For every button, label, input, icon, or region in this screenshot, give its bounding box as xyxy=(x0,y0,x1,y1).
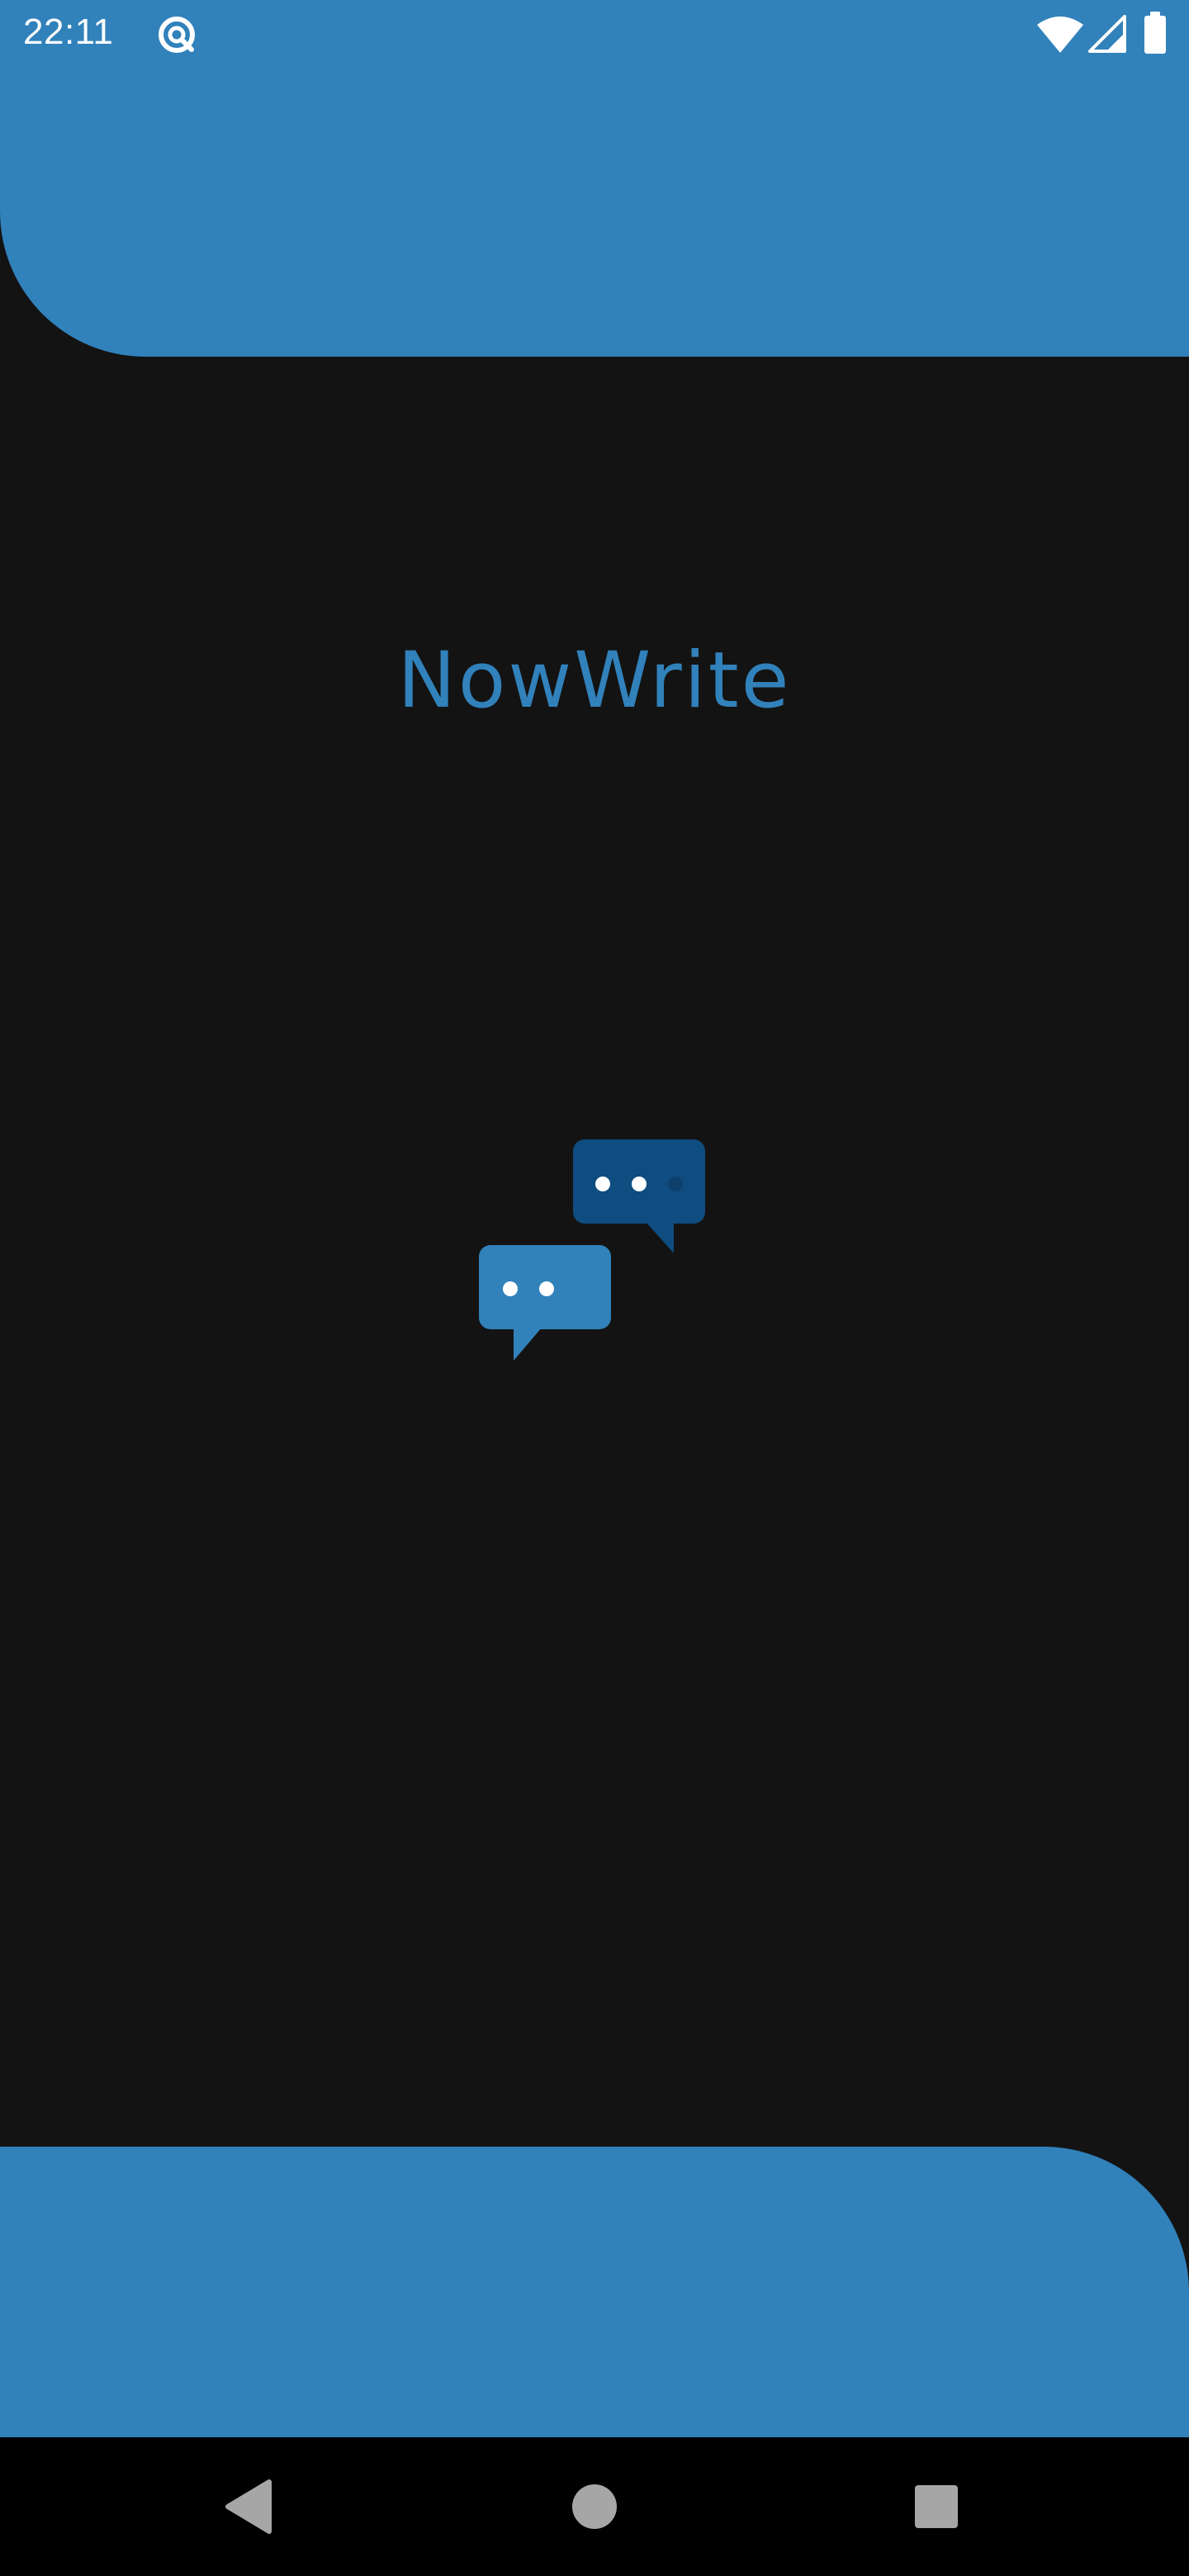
app-title: NowWrite xyxy=(397,636,792,726)
status-bar: 22:11 xyxy=(0,0,1189,69)
bottom-decorative-panel xyxy=(0,2147,1189,2437)
chat-bubbles-icon xyxy=(479,1139,705,1361)
battery-icon xyxy=(1144,12,1166,54)
status-time: 22:11 xyxy=(23,12,114,52)
back-icon[interactable] xyxy=(221,2477,274,2536)
signal-icon xyxy=(1088,15,1126,53)
navigation-bar xyxy=(0,2437,1189,2576)
recents-icon[interactable] xyxy=(913,2484,959,2530)
sync-icon xyxy=(159,17,195,53)
home-icon[interactable] xyxy=(570,2482,619,2531)
wifi-icon xyxy=(1037,17,1083,53)
